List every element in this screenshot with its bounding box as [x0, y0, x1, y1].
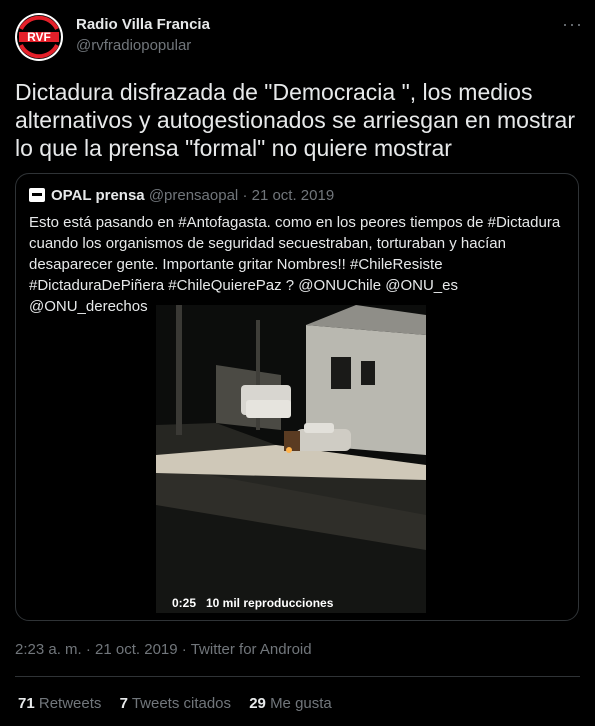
more-dots-icon[interactable]: ··· [562, 14, 583, 35]
tweet-source[interactable]: Twitter for Android [191, 641, 312, 658]
avatar-text: RVF [27, 30, 51, 44]
likes-stat[interactable]: 29 Me gusta [249, 695, 346, 712]
rvf-logo-icon: RVF [17, 15, 61, 59]
quoted-header: OPAL prensa @prensaopal · 21 oct. 2019 [29, 187, 334, 204]
tweet-date[interactable]: 21 oct. 2019 [95, 641, 178, 658]
quoted-separator: · [242, 187, 248, 204]
tweet-text: Dictadura disfrazada de "Democracia ", l… [15, 79, 575, 161]
quoted-tweet[interactable]: OPAL prensa @prensaopal · 21 oct. 2019 E… [15, 173, 579, 621]
video-player[interactable]: 0:25 10 mil reproducciones [156, 305, 426, 613]
video-views: 10 mil reproducciones [206, 596, 334, 610]
quotes-count: 7 [119, 695, 128, 712]
tweet-meta: 2:23 a. m. · 21 oct. 2019 · Twitter for … [15, 641, 312, 658]
author-handle[interactable]: @rvfradiopopular [76, 37, 191, 54]
retweets-label: Retweets [38, 695, 102, 712]
quoted-author-handle[interactable]: @prensaopal [149, 187, 238, 204]
divider [15, 676, 580, 677]
meta-separator: · [85, 641, 91, 658]
quoted-avatar[interactable] [29, 188, 45, 202]
tweet-time[interactable]: 2:23 a. m. [15, 641, 82, 658]
video-duration: 0:25 [172, 596, 197, 610]
quoted-date[interactable]: 21 oct. 2019 [252, 187, 335, 204]
author-name[interactable]: Radio Villa Francia [76, 16, 210, 33]
meta-separator: · [181, 641, 187, 658]
video-thumbnail [156, 305, 426, 613]
retweets-count: 71 [18, 695, 35, 712]
author-avatar[interactable]: RVF [15, 13, 63, 61]
retweets-stat[interactable]: 71 Retweets [18, 695, 115, 712]
quotes-stat[interactable]: 7 Tweets citados [120, 695, 245, 712]
tweet-stats: 71 Retweets 7 Tweets citados 29 Me gusta [18, 695, 346, 712]
likes-label: Me gusta [270, 695, 332, 712]
quoted-author-name[interactable]: OPAL prensa [51, 187, 145, 204]
likes-count: 29 [249, 695, 266, 712]
quoted-text: Esto está pasando en #Antofagasta. como … [29, 214, 561, 315]
quotes-label: Tweets citados [131, 695, 232, 712]
